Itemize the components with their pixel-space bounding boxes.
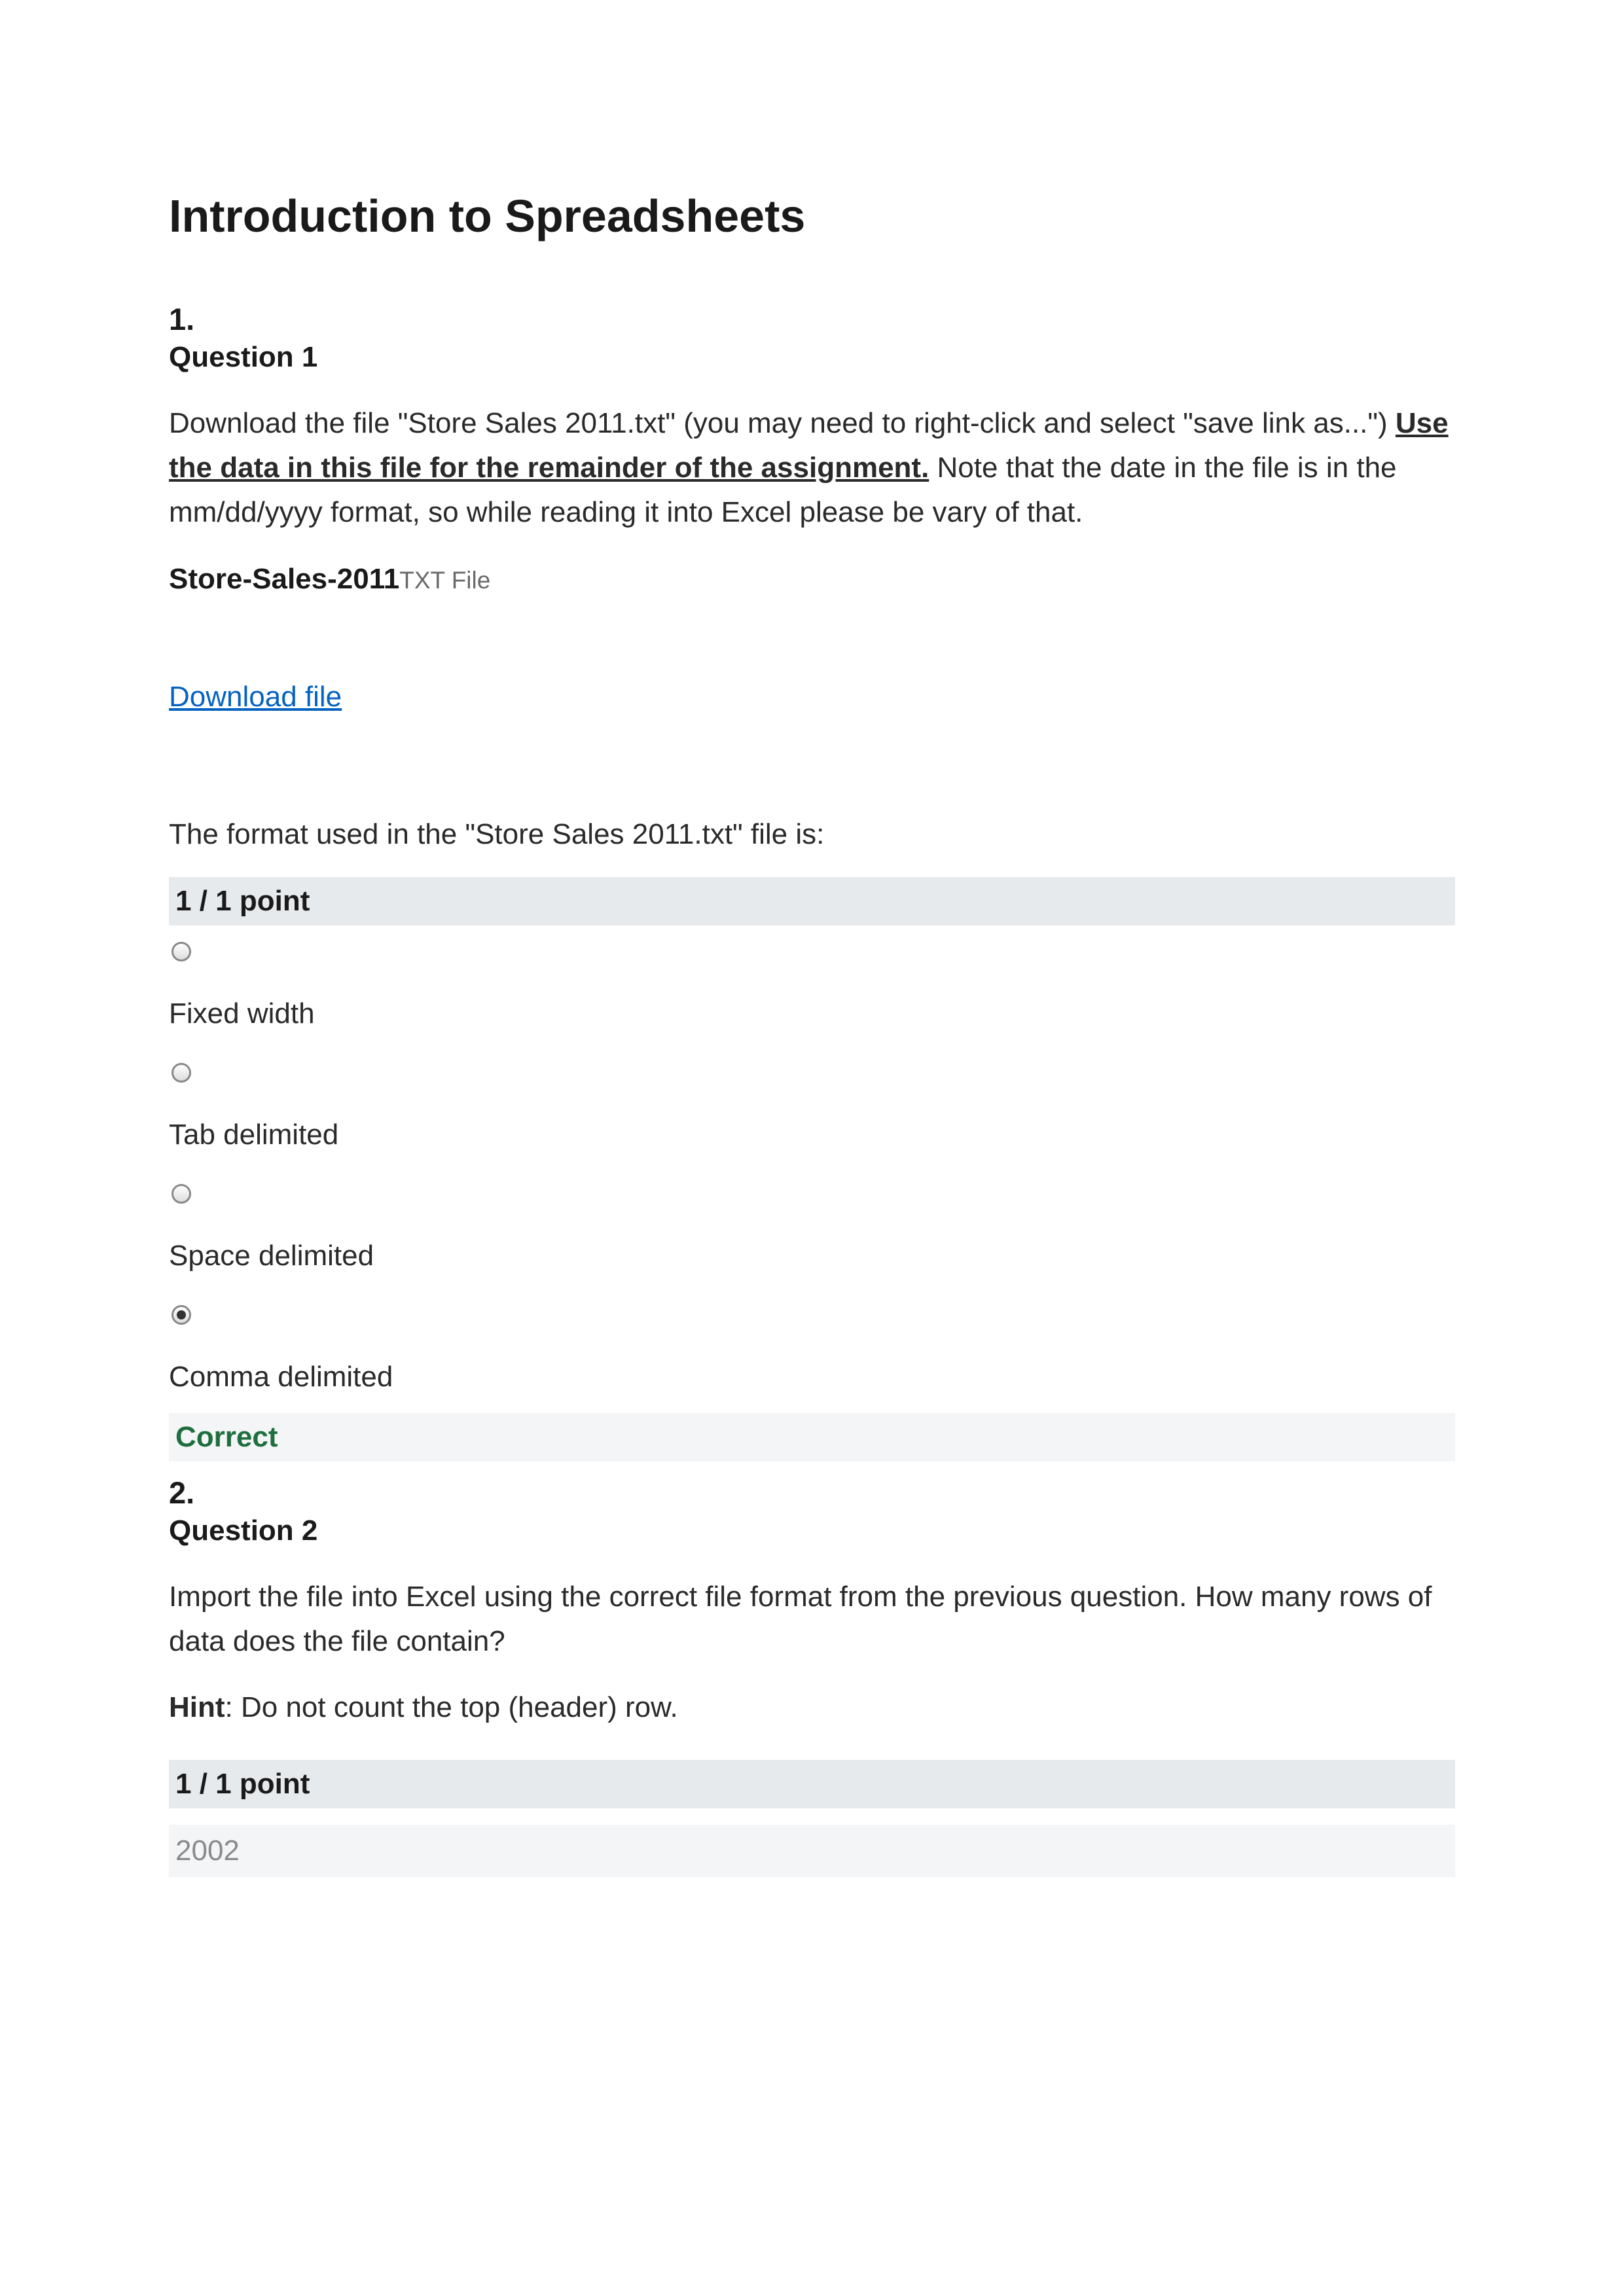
file-type: TXT File xyxy=(399,567,490,594)
q1-label: Question 1 xyxy=(169,341,1455,374)
q2-points: 1 / 1 point xyxy=(169,1760,1455,1808)
q1-text-before: Download the file "Store Sales 2011.txt"… xyxy=(169,407,1396,439)
hint-text-body: : Do not count the top (header) row. xyxy=(225,1691,678,1723)
hint-label: Hint xyxy=(169,1691,225,1723)
page-title: Introduction to Spreadsheets xyxy=(169,190,1455,242)
file-name: Store-Sales-2011 xyxy=(169,563,399,595)
option-label: Space delimited xyxy=(169,1240,1455,1272)
q1-option-1[interactable]: Fixed width xyxy=(169,942,1455,1030)
radio-icon[interactable] xyxy=(171,942,191,961)
q1-correct-indicator: Correct xyxy=(169,1413,1455,1462)
q2-label: Question 2 xyxy=(169,1515,1455,1547)
q1-description: Download the file "Store Sales 2011.txt"… xyxy=(169,401,1455,535)
download-file-link[interactable]: Download file xyxy=(169,681,342,713)
option-label: Fixed width xyxy=(169,997,1455,1030)
option-label: Comma delimited xyxy=(169,1361,1455,1393)
q1-points: 1 / 1 point xyxy=(169,877,1455,925)
q2-hint: Hint: Do not count the top (header) row. xyxy=(169,1691,1455,1724)
radio-icon[interactable] xyxy=(171,1063,191,1083)
option-label: Tab delimited xyxy=(169,1119,1455,1151)
q1-option-4[interactable]: Comma delimited xyxy=(169,1305,1455,1393)
q2-answer-input[interactable]: 2002 xyxy=(169,1825,1455,1877)
radio-icon[interactable] xyxy=(171,1184,191,1204)
q1-number: 1. xyxy=(169,301,1455,337)
q1-prompt: The format used in the "Store Sales 2011… xyxy=(169,818,1455,851)
file-attachment: Store-Sales-2011TXT File xyxy=(169,563,1455,596)
q2-text: Import the file into Excel using the cor… xyxy=(169,1575,1455,1664)
q2-number: 2. xyxy=(169,1475,1455,1511)
q1-option-2[interactable]: Tab delimited xyxy=(169,1063,1455,1151)
q1-option-3[interactable]: Space delimited xyxy=(169,1184,1455,1272)
radio-icon-selected[interactable] xyxy=(171,1305,191,1325)
